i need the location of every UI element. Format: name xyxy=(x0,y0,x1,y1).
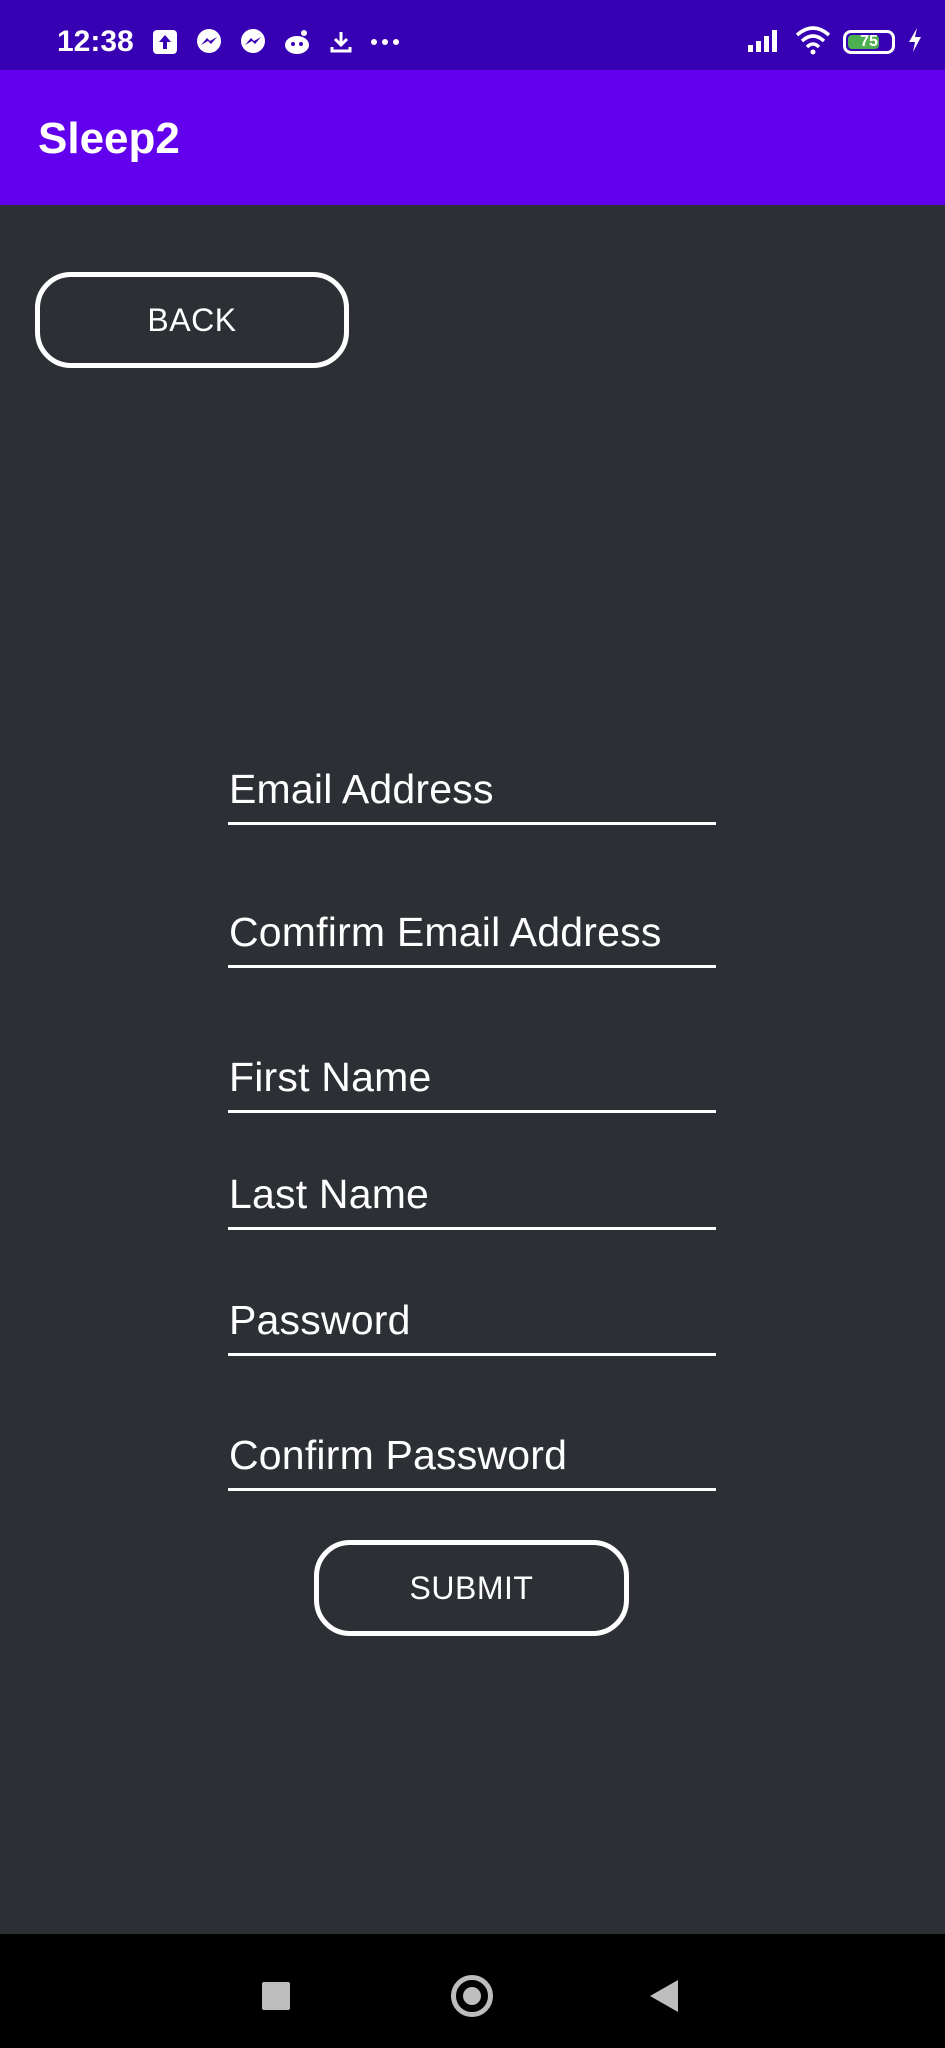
back-icon[interactable] xyxy=(650,1980,678,2012)
messenger-icon xyxy=(194,27,224,57)
app-bar: Sleep2 xyxy=(0,70,945,205)
notification-icons xyxy=(150,22,400,62)
recents-icon[interactable] xyxy=(262,1982,290,2010)
confirm-email-field[interactable]: Comfirm Email Address xyxy=(228,898,716,968)
status-bar: 12:38 75 xyxy=(0,0,945,70)
back-button[interactable]: BACK xyxy=(35,272,349,368)
confirm-password-field-placeholder: Confirm Password xyxy=(229,1432,568,1478)
charging-icon xyxy=(907,27,923,58)
system-icons: 75 xyxy=(747,22,923,62)
more-icon xyxy=(370,27,400,57)
upload-icon xyxy=(150,27,180,57)
home-icon[interactable] xyxy=(451,1975,493,2017)
signal-icon xyxy=(747,27,783,58)
status-time: 12:38 xyxy=(57,25,134,58)
confirm-password-field[interactable]: Confirm Password xyxy=(228,1421,716,1491)
wifi-icon xyxy=(795,25,831,60)
battery-level: 75 xyxy=(860,33,878,50)
submit-button[interactable]: SUBMIT xyxy=(314,1540,629,1636)
last-name-field-placeholder: Last Name xyxy=(229,1171,430,1217)
last-name-field[interactable]: Last Name xyxy=(228,1160,716,1230)
first-name-field[interactable]: First Name xyxy=(228,1043,716,1113)
email-field-placeholder: Email Address xyxy=(229,766,494,812)
download-icon xyxy=(326,27,356,57)
password-field-placeholder: Password xyxy=(229,1297,411,1343)
confirm-email-field-placeholder: Comfirm Email Address xyxy=(229,909,662,955)
navigation-bar xyxy=(0,1934,945,2048)
reddit-icon xyxy=(282,27,312,57)
password-field[interactable]: Password xyxy=(228,1286,716,1356)
first-name-field-placeholder: First Name xyxy=(229,1054,432,1100)
messenger-icon xyxy=(238,27,268,57)
email-field[interactable]: Email Address xyxy=(228,755,716,825)
app-title: Sleep2 xyxy=(38,114,180,163)
battery-icon: 75 xyxy=(843,30,895,54)
